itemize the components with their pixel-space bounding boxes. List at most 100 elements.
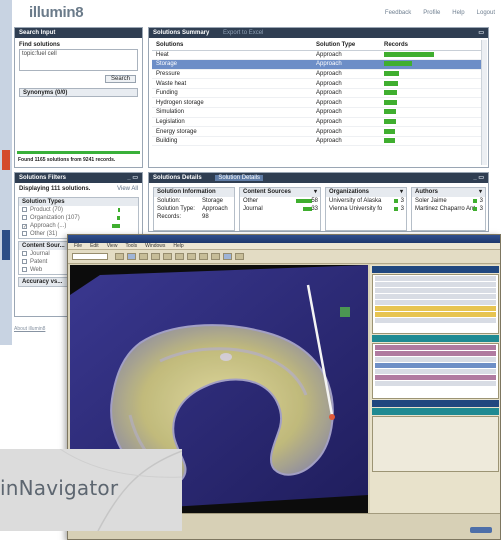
records-cell	[380, 88, 484, 99]
list-item[interactable]	[375, 351, 496, 356]
table-row[interactable]: Legislation Approach	[152, 117, 484, 128]
displaying-count: Displaying 111 solutions. View All	[15, 183, 142, 195]
panel-header[interactable]	[372, 335, 499, 342]
author-row[interactable]: Soler Jaime 3	[412, 197, 485, 205]
checkbox-icon[interactable]	[22, 251, 27, 256]
list-item[interactable]	[375, 381, 496, 386]
table-row[interactable]: Waste heat Approach	[152, 78, 484, 89]
column-header-solutions[interactable]: Solutions	[152, 41, 312, 51]
nav-logout[interactable]: Logout	[477, 10, 495, 16]
zoom-field[interactable]	[72, 253, 108, 260]
search-button[interactable]: Search	[104, 75, 136, 83]
filter-option[interactable]: Organization (107)	[19, 214, 138, 222]
tool-button[interactable]	[163, 253, 172, 260]
records-cell	[380, 136, 484, 147]
list-item[interactable]	[375, 312, 496, 317]
search-query-field[interactable]: topic:fuel cell	[19, 49, 138, 71]
nav-profile[interactable]: Profile	[423, 10, 440, 16]
details-tab[interactable]: Solution Details	[215, 175, 264, 181]
list-item[interactable]	[375, 282, 496, 287]
list-item[interactable]	[375, 276, 496, 281]
list-item[interactable]	[375, 288, 496, 293]
structure-list[interactable]	[372, 274, 499, 334]
checkbox-icon[interactable]	[22, 259, 27, 264]
tool-button[interactable]	[115, 253, 124, 260]
menu-tools[interactable]: Tools	[125, 243, 137, 249]
source-row[interactable]: Journal 33	[240, 205, 320, 213]
toolbar	[68, 250, 500, 264]
table-row[interactable]: Funding Approach	[152, 88, 484, 99]
table-row[interactable]: Building Approach	[152, 136, 484, 147]
nav-feedback[interactable]: Feedback	[385, 10, 411, 16]
filter-option[interactable]: ✓ Approach (...)	[19, 222, 138, 230]
author-row[interactable]: Martinez Chaparro Ant 3	[412, 205, 485, 213]
table-row[interactable]: Heat Approach	[152, 50, 484, 61]
org-row[interactable]: Vienna University fo 3	[326, 205, 406, 213]
settings-area[interactable]	[372, 416, 499, 472]
list-item[interactable]	[375, 375, 496, 380]
solutions-table: Solutions Solution Type Records Heat Appr…	[152, 41, 484, 147]
filter-group-title[interactable]: Solution Types	[19, 198, 138, 206]
filter-option-label: Web	[30, 267, 43, 273]
sort-arrow-icon[interactable]: ▾	[400, 188, 403, 197]
records-bar	[384, 70, 399, 76]
menu-help[interactable]: Help	[173, 243, 183, 249]
table-row[interactable]: Storage Approach	[152, 59, 484, 70]
layer-list[interactable]	[372, 343, 499, 399]
tool-button[interactable]	[211, 253, 220, 260]
checkbox-icon[interactable]	[22, 215, 27, 220]
synonyms-toggle[interactable]: Synonyms (0/0)	[19, 88, 138, 97]
panel-header[interactable]	[372, 400, 499, 407]
table-row[interactable]: Energy storage Approach	[152, 126, 484, 137]
menu-edit[interactable]: Edit	[90, 243, 99, 249]
list-item[interactable]	[375, 363, 496, 368]
export-to-excel-link[interactable]: Export to Excel	[223, 30, 263, 36]
view-all-link[interactable]: View All	[117, 186, 138, 192]
list-item[interactable]	[375, 357, 496, 362]
menu-file[interactable]: File	[74, 243, 82, 249]
tool-button[interactable]	[139, 253, 148, 260]
table-row[interactable]: Pressure Approach	[152, 69, 484, 80]
about-link[interactable]: About illumin8	[14, 326, 45, 332]
table-row[interactable]: Simulation Approach	[152, 107, 484, 118]
minimize-icon[interactable]: _ ▭	[127, 173, 138, 183]
panel-header[interactable]	[372, 408, 499, 415]
checkbox-icon[interactable]	[22, 267, 27, 272]
nav-help[interactable]: Help	[452, 10, 464, 16]
checkbox-icon[interactable]	[22, 231, 27, 236]
tool-button[interactable]	[235, 253, 244, 260]
list-item[interactable]	[375, 318, 496, 323]
panel-header[interactable]	[372, 266, 499, 273]
column-header-records[interactable]: Records	[380, 41, 484, 51]
list-item[interactable]	[375, 300, 496, 305]
vertical-scrollbar[interactable]	[481, 40, 487, 165]
list-item[interactable]	[375, 306, 496, 311]
menu-windows[interactable]: Windows	[145, 243, 165, 249]
sort-arrow-icon[interactable]: ▾	[314, 188, 317, 197]
tool-button[interactable]	[151, 253, 160, 260]
tool-button[interactable]	[187, 253, 196, 260]
menu-view[interactable]: View	[107, 243, 118, 249]
column-header-solution-type[interactable]: Solution Type	[312, 41, 380, 51]
tool-button[interactable]	[127, 253, 136, 260]
checkbox-checked-icon[interactable]: ✓	[22, 224, 27, 230]
sort-arrow-icon[interactable]: ▾	[479, 188, 482, 197]
filter-option[interactable]: Product (70)	[19, 206, 138, 214]
window-titlebar[interactable]	[68, 235, 500, 243]
maximize-icon[interactable]: ▭	[478, 28, 484, 38]
list-item[interactable]	[375, 369, 496, 374]
minimize-icon[interactable]: _ ▭	[473, 173, 484, 183]
tool-button[interactable]	[175, 253, 184, 260]
records-bar	[384, 61, 412, 67]
checkbox-icon[interactable]	[22, 207, 27, 212]
org-row[interactable]: University of Alaska 3	[326, 197, 406, 205]
find-solutions-label: Find solutions	[19, 42, 60, 48]
org-name: University of Alaska	[329, 198, 382, 204]
box-header: Content Sources ▾	[240, 188, 320, 197]
list-item[interactable]	[375, 294, 496, 299]
list-item[interactable]	[375, 345, 496, 350]
tool-button[interactable]	[223, 253, 232, 260]
source-row[interactable]: Other 58	[240, 197, 320, 205]
table-row[interactable]: Hydrogen storage Approach	[152, 97, 484, 109]
tool-button[interactable]	[199, 253, 208, 260]
